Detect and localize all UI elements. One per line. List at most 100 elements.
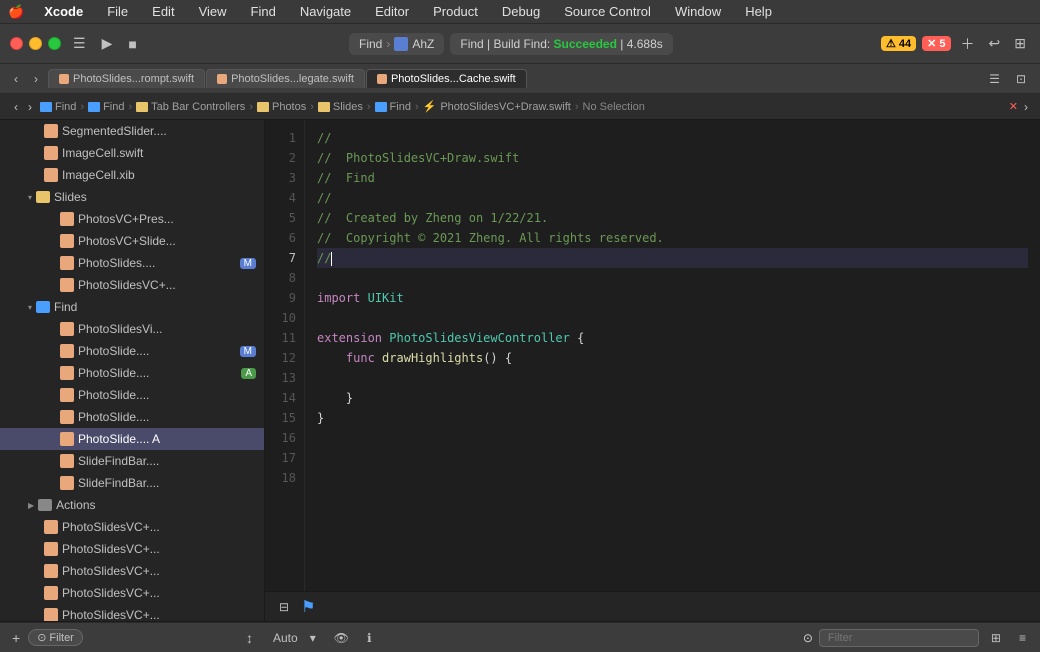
sidebar-item-photoslide-m[interactable]: PhotoSlide.... M [0, 340, 264, 362]
filter-tag[interactable]: ⊙ Filter [28, 629, 83, 646]
line-num-17: 17 [265, 448, 304, 468]
sidebar-item-slidefindbar-1[interactable]: SlideFindBar.... [0, 450, 264, 472]
sidebar-item-photoslide-4[interactable]: PhotoSlide.... [0, 406, 264, 428]
sidebar-label: PhotoSlide.... [78, 388, 149, 402]
file-icon [44, 124, 58, 138]
debug-flag-icon[interactable]: ⚑ [301, 597, 315, 617]
list-view-button[interactable]: ≡ [1013, 628, 1032, 648]
menu-view[interactable]: View [195, 2, 231, 21]
folder-icon [36, 191, 50, 203]
sidebar-item-actions-1[interactable]: PhotoSlidesVC+... [0, 516, 264, 538]
sidebar-label: ImageCell.swift [62, 146, 143, 160]
sidebar-label: SegmentedSlider.... [62, 124, 167, 138]
scheme-selector[interactable]: Find › AhZ [349, 33, 444, 55]
breadcrumb-label-find-1: Find [55, 101, 76, 113]
line-num-3: 3 [265, 168, 304, 188]
sidebar-item-photosvc-slide[interactable]: PhotosVC+Slide... [0, 230, 264, 252]
auto-chevron-button[interactable]: ▾ [304, 628, 322, 648]
code-line-8 [317, 268, 1028, 288]
nav-forward-button[interactable]: › [28, 69, 44, 89]
breadcrumb-photos[interactable]: Photos [257, 101, 306, 113]
sidebar-item-actions-2[interactable]: PhotoSlidesVC+... [0, 538, 264, 560]
info-button[interactable]: ℹ [361, 628, 378, 648]
menu-debug[interactable]: Debug [498, 2, 544, 21]
sidebar-item-actions-5[interactable]: PhotoSlidesVC+... [0, 604, 264, 621]
sidebar-label: PhotoSlide.... A [78, 432, 160, 446]
sidebar-item-actions-3[interactable]: PhotoSlidesVC+... [0, 560, 264, 582]
add-file-button[interactable]: + [8, 628, 24, 648]
settings-button[interactable]: ↕ [242, 628, 257, 648]
split-editor-button[interactable]: ⊡ [1010, 69, 1032, 89]
collapse-icon: ▾ [28, 303, 32, 312]
menu-product[interactable]: Product [429, 2, 482, 21]
breadcrumb-next-button[interactable]: › [1022, 100, 1030, 114]
sidebar-item-photoslide-active[interactable]: PhotoSlide.... A [0, 428, 264, 450]
line-num-9: 9 [265, 288, 304, 308]
grid-view-button[interactable]: ⊞ [985, 628, 1007, 648]
menu-xcode[interactable]: Xcode [40, 2, 87, 21]
apple-menu[interactable]: 🍎 [8, 4, 24, 20]
file-icon [60, 388, 74, 402]
tab-list-button[interactable]: ☰ [983, 69, 1006, 89]
menu-window[interactable]: Window [671, 2, 725, 21]
menu-edit[interactable]: Edit [148, 2, 178, 21]
sidebar-item-photoslidesvi[interactable]: PhotoSlidesVi... [0, 318, 264, 340]
debug-split-button[interactable]: ⊟ [273, 598, 295, 616]
menu-source-control[interactable]: Source Control [560, 2, 655, 21]
file-tab-1[interactable]: PhotoSlides...legate.swift [206, 69, 365, 88]
menu-navigate[interactable]: Navigate [296, 2, 355, 21]
sidebar-item-photoslides-m[interactable]: PhotoSlides.... M [0, 252, 264, 274]
file-tab-0[interactable]: PhotoSlides...rompt.swift [48, 69, 205, 88]
sidebar-label: SlideFindBar.... [78, 454, 159, 468]
minimize-button[interactable] [29, 37, 42, 50]
run-button[interactable]: ▶ [98, 31, 117, 56]
menu-file[interactable]: File [103, 2, 132, 21]
sidebar-item-photoslide-a[interactable]: PhotoSlide.... A [0, 362, 264, 384]
sidebar-item-photosvc-pres[interactable]: PhotosVC+Pres... [0, 208, 264, 230]
breadcrumb-error-icon[interactable]: ✕ [1009, 100, 1018, 114]
close-button[interactable] [10, 37, 23, 50]
return-icon[interactable]: ↩ [985, 31, 1005, 56]
menu-help[interactable]: Help [741, 2, 776, 21]
breadcrumb-find-1[interactable]: Find [40, 101, 76, 113]
file-tab-2[interactable]: PhotoSlides...Cache.swift [366, 69, 527, 88]
menu-find[interactable]: Find [247, 2, 280, 21]
sidebar-bottom: + ⊙ Filter ↕ [0, 622, 265, 652]
maximize-button[interactable] [48, 37, 61, 50]
warning-badge: ⚠ 44 [881, 36, 916, 51]
file-icon [60, 256, 74, 270]
sidebar-item-find-group[interactable]: ▾ Find [0, 296, 264, 318]
stop-button[interactable]: ■ [124, 32, 140, 56]
sidebar-item-slidefindbar-2[interactable]: SlideFindBar.... [0, 472, 264, 494]
breadcrumb-slides[interactable]: Slides [318, 101, 363, 113]
file-icon [44, 168, 58, 182]
menu-editor[interactable]: Editor [371, 2, 413, 21]
sidebar-item-actions-group[interactable]: ▶ Actions [0, 494, 264, 516]
editor-area[interactable]: 1 2 3 4 5 6 7 8 9 10 11 12 13 14 [265, 120, 1040, 591]
sidebar-item-actions-4[interactable]: PhotoSlidesVC+... [0, 582, 264, 604]
sidebar-item-imagecell-swift[interactable]: ImageCell.swift [0, 142, 264, 164]
code-line-7: // [317, 248, 1028, 268]
breadcrumb-file[interactable]: PhotoSlidesVC+Draw.swift [440, 101, 571, 113]
preview-button[interactable]: 👁 [328, 628, 355, 648]
file-icon [60, 432, 74, 446]
add-button[interactable]: ＋ [957, 30, 979, 58]
breadcrumb-find-folder[interactable]: Find [375, 101, 411, 113]
sidebar-item-photoslidesvc[interactable]: PhotoSlidesVC+... [0, 274, 264, 296]
sidebar-label: SlideFindBar.... [78, 476, 159, 490]
sidebar-toggle-button[interactable]: ☰ [69, 31, 90, 56]
breadcrumb-forward-button[interactable]: › [24, 100, 36, 114]
breadcrumb-find-2[interactable]: Find [88, 101, 124, 113]
breadcrumb-tabbar[interactable]: Tab Bar Controllers [136, 101, 245, 113]
sidebar-label: PhotoSlidesVC+... [62, 586, 160, 600]
sidebar-item-segmented[interactable]: SegmentedSlider.... [0, 120, 264, 142]
nav-back-button[interactable]: ‹ [8, 69, 24, 89]
sidebar-item-imagecell-xib[interactable]: ImageCell.xib [0, 164, 264, 186]
breadcrumb-back-button[interactable]: ‹ [10, 100, 22, 114]
code-content[interactable]: // // PhotoSlidesVC+Draw.swift // Find /… [305, 120, 1040, 591]
sidebar-item-slides-group[interactable]: ▾ Slides [0, 186, 264, 208]
layout-toggle-button[interactable]: ⊞ [1010, 31, 1030, 56]
filter-input[interactable] [819, 629, 979, 647]
file-icon [377, 74, 387, 84]
sidebar-item-photoslide-3[interactable]: PhotoSlide.... [0, 384, 264, 406]
